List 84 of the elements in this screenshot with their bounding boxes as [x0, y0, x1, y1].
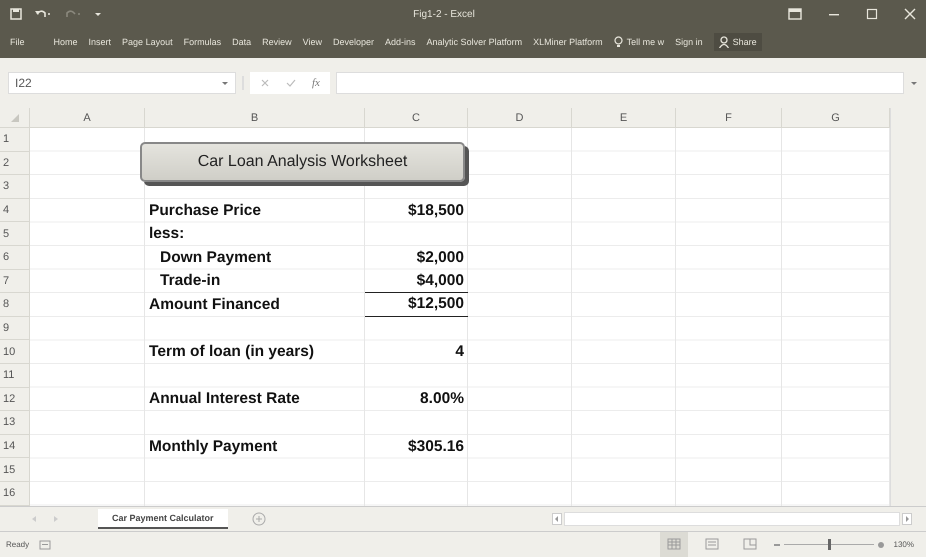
- column-header[interactable]: G: [782, 108, 890, 128]
- ribbon-tab[interactable]: Page Layout: [122, 37, 173, 47]
- lightbulb-icon: [614, 36, 623, 48]
- row-header[interactable]: 8: [0, 293, 30, 317]
- ribbon-tab[interactable]: Insert: [88, 37, 112, 47]
- tell-me-field[interactable]: Tell me w: [626, 37, 664, 47]
- row-header[interactable]: 16: [0, 482, 30, 506]
- table-cell-text: Term of loan (in years): [148, 342, 316, 362]
- table-cell-text: $305.16: [406, 436, 465, 457]
- next-sheet-icon[interactable]: [52, 515, 60, 523]
- ribbon-tab[interactable]: Add-ins: [385, 37, 416, 47]
- sheet-tab[interactable]: Car Payment Calculator: [98, 509, 228, 529]
- ribbon-tab[interactable]: Data: [232, 37, 252, 47]
- previous-sheet-icon[interactable]: [30, 515, 38, 523]
- table-cell: $4,000: [365, 270, 468, 294]
- normal-view-icon[interactable]: [660, 532, 688, 557]
- formula-input[interactable]: [336, 72, 904, 94]
- table-cell-text: Monthly Payment: [148, 436, 278, 457]
- table-cell-text: $2,000: [416, 248, 465, 268]
- ribbon-tab[interactable]: Review: [262, 37, 292, 47]
- redo-icon[interactable]: [64, 8, 82, 20]
- ribbon-tab[interactable]: Home: [54, 37, 78, 47]
- ribbon-tab[interactable]: XLMiner Platform: [533, 37, 603, 47]
- sign-in-link[interactable]: Sign in: [675, 37, 703, 47]
- ribbon-display-icon[interactable]: [788, 8, 802, 20]
- column-header[interactable]: B: [145, 108, 365, 128]
- save-icon[interactable]: [10, 8, 22, 20]
- enter-icon[interactable]: [286, 78, 296, 88]
- undo-icon[interactable]: [34, 8, 52, 20]
- scroll-right-icon[interactable]: [902, 513, 912, 525]
- status-text: Ready: [6, 540, 30, 549]
- zoom-level[interactable]: 130%: [894, 540, 926, 549]
- row-header[interactable]: 1: [0, 128, 30, 152]
- column-header[interactable]: D: [468, 108, 572, 128]
- select-all-icon[interactable]: [10, 112, 20, 122]
- ribbon-tab[interactable]: Analytic Solver Platform: [426, 37, 522, 47]
- name-box[interactable]: I22: [8, 72, 236, 94]
- row-header[interactable]: 15: [0, 458, 30, 482]
- row-header[interactable]: 13: [0, 411, 30, 435]
- dropdown-icon[interactable]: [221, 79, 229, 87]
- column-header[interactable]: C: [365, 108, 468, 128]
- ribbon-tab[interactable]: View: [302, 37, 322, 47]
- row-header[interactable]: 6: [0, 246, 30, 270]
- macro-record-icon[interactable]: [39, 540, 52, 550]
- ribbon-tab[interactable]: Formulas: [184, 37, 222, 47]
- ribbon-tab[interactable]: File: [10, 37, 25, 47]
- table-cell-text: 8.00%: [419, 389, 465, 410]
- row-header[interactable]: 11: [0, 364, 30, 388]
- row-header[interactable]: 12: [0, 388, 30, 412]
- table-cell-text: $18,500: [406, 200, 465, 221]
- row-header[interactable]: 10: [0, 340, 30, 364]
- table-cell-text: 4: [454, 342, 465, 362]
- row-header[interactable]: 2: [0, 152, 30, 176]
- column-header[interactable]: F: [676, 108, 782, 128]
- table-cell-text: Annual Interest Rate: [148, 389, 301, 410]
- slider-thumb[interactable]: [828, 539, 831, 550]
- cancel-icon[interactable]: [260, 78, 270, 88]
- horizontal-scrollbar[interactable]: [552, 512, 912, 526]
- table-cell-text: Down Payment: [159, 248, 272, 268]
- table-cell-text: Amount Financed: [148, 294, 281, 315]
- row-header[interactable]: 5: [0, 222, 30, 246]
- vertical-scrollbar[interactable]: [890, 108, 926, 506]
- row-header[interactable]: 14: [0, 434, 30, 458]
- add-sheet-icon[interactable]: [252, 512, 266, 526]
- row-header[interactable]: 3: [0, 175, 30, 199]
- insert-function-button[interactable]: fx: [312, 77, 320, 89]
- share-button[interactable]: Share: [714, 33, 762, 51]
- column-header[interactable]: E: [572, 108, 676, 128]
- table-cell-text: Purchase Price: [148, 200, 262, 221]
- row-header[interactable]: 9: [0, 316, 30, 340]
- person-icon: [718, 36, 729, 48]
- column-header[interactable]: A: [30, 108, 145, 128]
- table-cell-text: less:: [148, 224, 186, 244]
- row-header[interactable]: 4: [0, 198, 30, 222]
- table-cell-text: Trade-in: [159, 271, 222, 292]
- window-title: Fig1-2 - Excel: [412, 8, 476, 20]
- zoom-in-button[interactable]: [878, 542, 884, 548]
- ribbon-tab[interactable]: Developer: [333, 37, 374, 47]
- close-icon[interactable]: [904, 8, 916, 20]
- scroll-left-icon[interactable]: [552, 513, 562, 525]
- table-cell: $12,500: [365, 293, 468, 317]
- row-header[interactable]: 7: [0, 270, 30, 294]
- expand-icon[interactable]: [910, 79, 918, 87]
- maximize-icon[interactable]: [866, 8, 878, 20]
